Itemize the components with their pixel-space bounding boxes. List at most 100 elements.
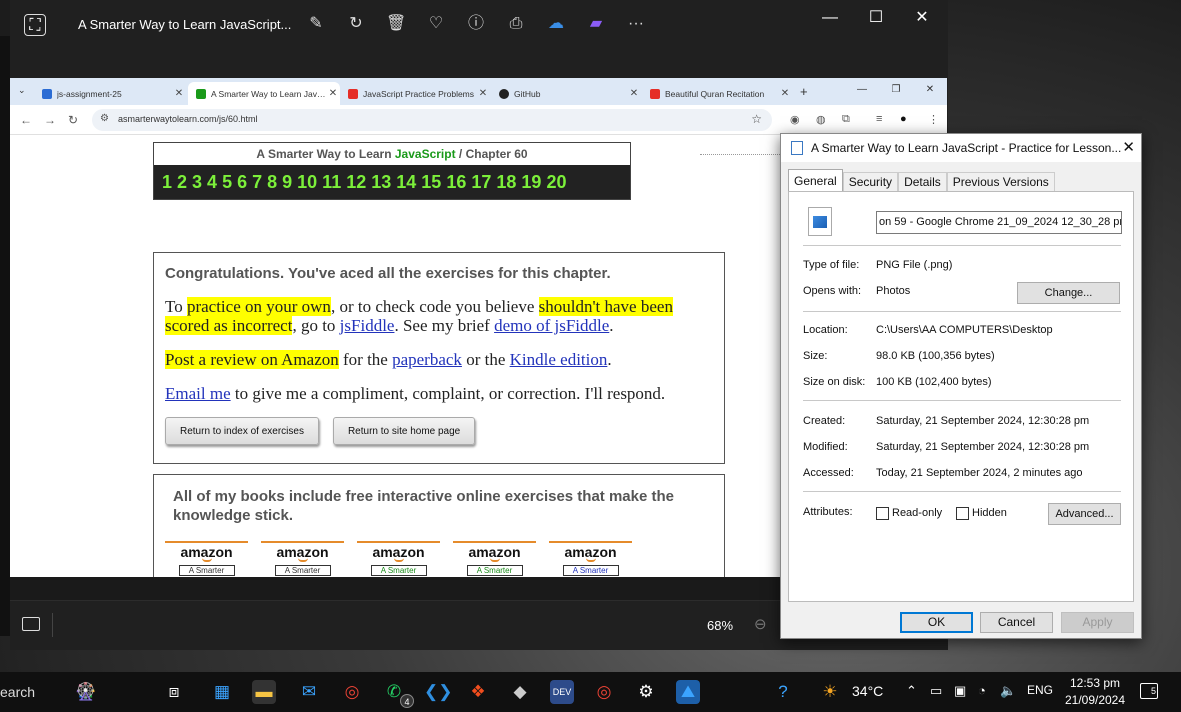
change-button[interactable]: Change... [1017,282,1120,304]
chapter-link[interactable]: 7 [252,172,262,193]
forward-icon[interactable]: → [44,113,56,127]
close-icon[interactable]: ✕ [1122,138,1135,156]
close-icon[interactable]: ✕ [476,88,490,99]
rotate-icon[interactable]: ↻ [346,14,366,34]
chapter-link[interactable]: 14 [396,172,416,193]
paperback-link[interactable]: paperback [392,350,462,369]
info-icon[interactable]: ⓘ [466,14,486,34]
amazon-book-link[interactable]: amazon A Smarter [261,541,344,577]
chapter-link[interactable]: 20 [546,172,566,193]
amazon-book-link[interactable]: amazon A Smarter [165,541,248,577]
extension-icon[interactable]: ◉ [790,113,800,126]
extension-icon[interactable]: ◍ [816,113,826,126]
search-highlight-icon[interactable]: 🎡 [74,680,98,704]
tab-search-icon[interactable]: ⌄ [18,85,26,96]
email-link[interactable]: Email me [165,384,231,403]
chrome-icon[interactable]: ◎ [340,680,364,704]
ok-button[interactable]: OK [900,612,973,633]
close-icon[interactable]: ✕ [627,88,641,99]
taskbar-search[interactable]: earch [0,684,35,700]
amazon-book-link[interactable]: amazon A Smarter [453,541,536,577]
help-icon[interactable]: ? [771,680,795,704]
filename-field[interactable]: on 59 - Google Chrome 21_09_2024 12_30_2… [876,211,1122,234]
chapter-link[interactable]: 13 [371,172,391,193]
chapter-link[interactable]: 15 [421,172,441,193]
meet-icon[interactable]: ▣ [954,683,966,699]
close-icon[interactable]: ✕ [899,8,945,28]
wifi-icon[interactable]: ◔ [978,683,986,698]
tab-quran[interactable]: Beautiful Quran Recitation ✕ [642,82,792,105]
chapter-link[interactable]: 11 [322,172,341,193]
chapter-link[interactable]: 6 [237,172,247,193]
edit-icon[interactable]: ✎ [306,14,326,34]
site-info-icon[interactable]: ⚙ [100,113,109,124]
chevron-up-icon[interactable]: ⌃ [906,683,917,699]
return-home-button[interactable]: Return to site home page [332,417,476,445]
chapter-link[interactable]: 1 [162,172,172,193]
minimize-icon[interactable]: — [845,84,879,95]
jsfiddle-demo-link[interactable]: demo of jsFiddle [494,316,609,335]
chapter-link[interactable]: 9 [282,172,292,193]
chapter-link[interactable]: 5 [222,172,232,193]
notification-icon[interactable]: 5 [1140,683,1158,699]
chapter-link[interactable]: 2 [177,172,187,193]
filmstrip-icon[interactable] [22,617,40,631]
maximize-icon[interactable]: ☐ [853,8,899,28]
extensions-puzzle-icon[interactable]: ⧉ [842,113,850,126]
volume-icon[interactable]: 🔈 [1000,683,1016,699]
playlist-icon[interactable]: ≡ [876,113,882,125]
profile-avatar[interactable]: ● [900,113,907,125]
chapter-link[interactable]: 12 [346,172,366,193]
jsfiddle-link[interactable]: jsFiddle [340,316,395,335]
reload-icon[interactable]: ↻ [68,113,78,127]
zoom-out-icon[interactable]: ⊖ [754,615,767,633]
store-icon[interactable]: ▦ [210,680,234,704]
tab-previous-versions[interactable]: Previous Versions [946,172,1055,191]
new-tab-icon[interactable]: + [800,84,808,99]
onedrive-icon[interactable]: ☁ [546,14,566,34]
tab-smarter-way[interactable]: A Smarter Way to Learn JavaScript ✕ [188,82,340,105]
tab-general[interactable]: General [788,169,843,192]
tab-js-assignment[interactable]: js-assignment-25 ✕ [34,82,186,105]
chapter-link[interactable]: 18 [496,172,516,193]
vscode-icon[interactable]: ❮❯ [424,680,453,704]
advanced-button[interactable]: Advanced... [1048,503,1121,525]
battery-icon[interactable]: ▭ [930,683,942,699]
address-bar[interactable]: ⚙ asmarterwaytolearn.com/js/60.html ☆ [92,109,772,131]
chapter-link[interactable]: 4 [207,172,217,193]
apply-button[interactable]: Apply [1061,612,1134,633]
tab-details[interactable]: Details [898,172,947,191]
chapter-link[interactable]: 17 [471,172,491,193]
devcpp-icon[interactable]: DEV [550,680,574,704]
kindle-link[interactable]: Kindle edition [510,350,608,369]
tab-js-practice[interactable]: JavaScript Practice Problems ✕ [340,82,490,105]
close-icon[interactable]: ✕ [326,88,340,99]
chapter-link[interactable]: 8 [267,172,277,193]
chrome-profile-icon[interactable]: ◎ [592,680,616,704]
task-view-icon[interactable]: ⧈ [162,680,186,704]
menu-icon[interactable]: ⋮ [928,113,939,126]
readonly-checkbox[interactable] [876,507,889,520]
hidden-checkbox[interactable] [956,507,969,520]
chapter-link[interactable]: 3 [192,172,202,193]
chapter-link[interactable]: 19 [521,172,541,193]
chapter-link[interactable]: 16 [446,172,466,193]
cancel-button[interactable]: Cancel [980,612,1053,633]
amazon-book-link[interactable]: amazon A Smarter [357,541,440,577]
print-icon[interactable]: ⎙ [506,14,526,34]
tab-github[interactable]: GitHub ✕ [491,82,641,105]
favorite-icon[interactable]: ♡ [426,14,446,34]
chapter-link[interactable]: 10 [297,172,317,193]
weather-temp[interactable]: 34°C [852,683,883,699]
bookmark-star-icon[interactable]: ☆ [751,112,762,126]
back-icon[interactable]: ← [20,113,32,127]
file-explorer-icon[interactable]: ▬ [252,680,276,704]
minimize-icon[interactable]: — [807,8,853,28]
clock[interactable]: 12:53 pm 21/09/2024 [1060,675,1130,709]
figma-icon[interactable]: ❖ [466,680,490,704]
close-icon[interactable]: ✕ [778,88,792,99]
mail-icon[interactable]: ✉ [297,680,321,704]
language-indicator[interactable]: ENG [1027,683,1053,697]
settings-icon[interactable]: ⚙ [634,680,658,704]
close-icon[interactable]: ✕ [913,84,947,95]
